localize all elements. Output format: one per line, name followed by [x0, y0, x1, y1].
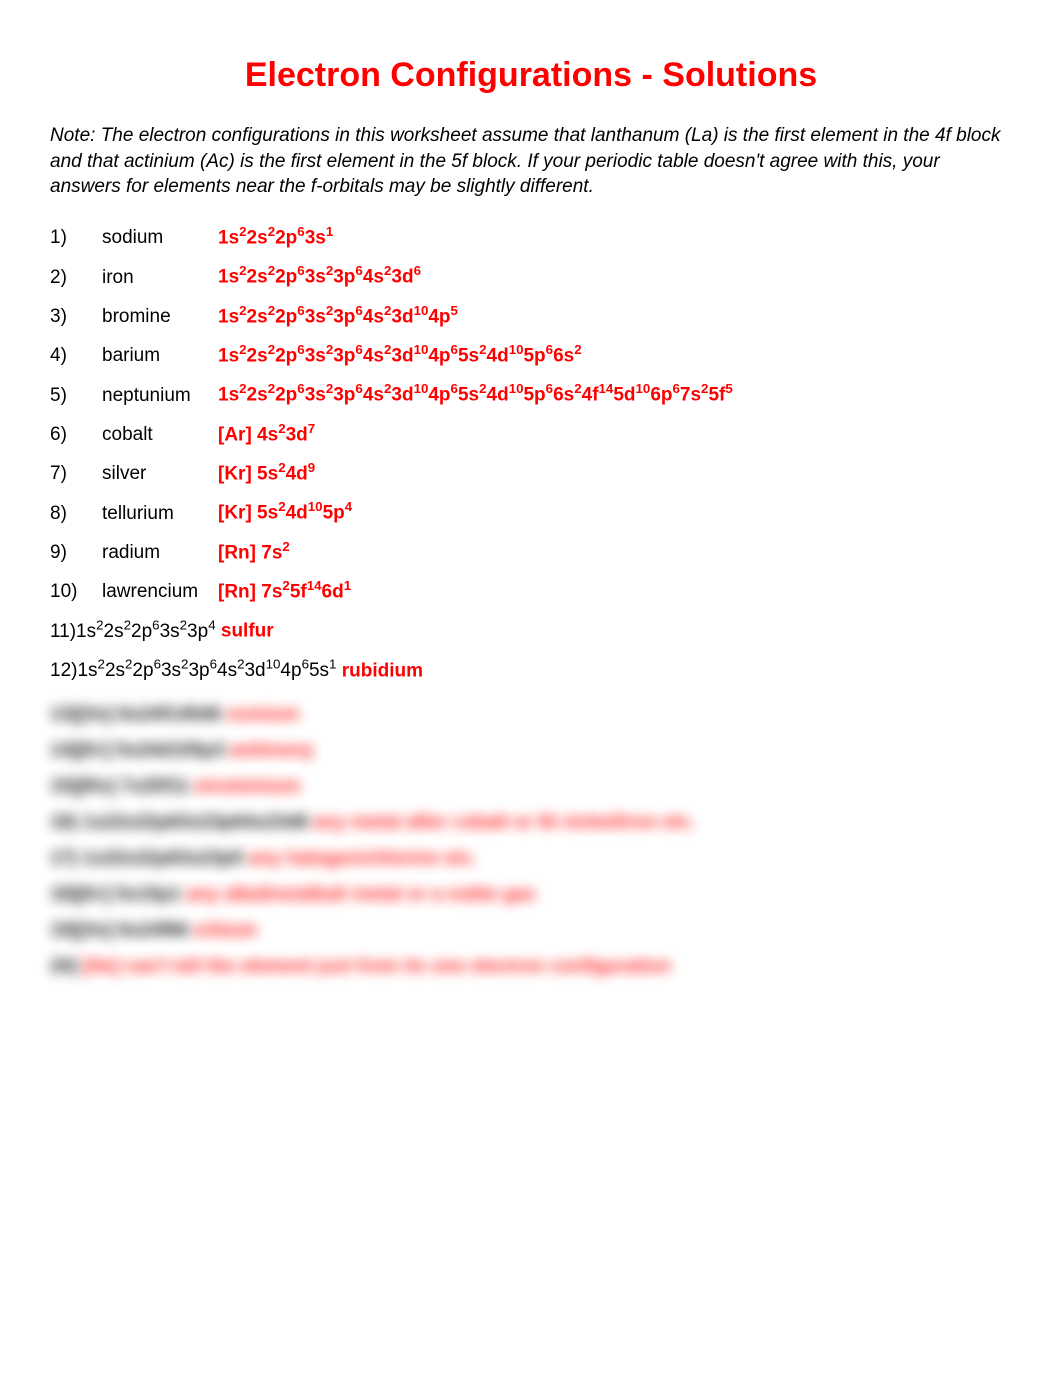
- item-row: 1)sodium1s22s22p63s1: [50, 224, 1012, 249]
- blurred-line: 19)[Xe] 6s24f66 erbium: [50, 920, 1012, 942]
- blurred-line: 17) 1s22s22p63s23p5 any halogen/chlorine…: [50, 848, 1012, 870]
- electron-config: 1s22s22p63s23p64s23d6: [218, 263, 421, 288]
- electron-config: [Kr] 5s24d105p4: [218, 499, 352, 524]
- item-row: 8)tellurium[Kr] 5s24d105p4: [50, 499, 1012, 524]
- page-title: Electron Configurations - Solutions: [50, 56, 1012, 95]
- electron-config: [Rn] 7s2: [218, 539, 290, 564]
- items-list: 1)sodium1s22s22p63s12)iron1s22s22p63s23p…: [50, 224, 1012, 603]
- electron-config: 1s22s22p63s23p64s23d104p65s24d105p66s24f…: [218, 381, 733, 406]
- item-number: 7): [50, 463, 102, 485]
- element-name: tellurium: [102, 503, 218, 525]
- reverse-answer: rubidium: [342, 660, 423, 681]
- item-number: 10): [50, 581, 102, 603]
- reverse-config: 12)1s22s22p63s23p64s23d104p65s1: [50, 660, 342, 681]
- item-row: 5)neptunium1s22s22p63s23p64s23d104p65s24…: [50, 381, 1012, 406]
- item-row: 6)cobalt[Ar] 4s23d7: [50, 421, 1012, 446]
- blurred-line: 15)[Rn] 7s25f11 einsteinium: [50, 776, 1012, 798]
- electron-config: 1s22s22p63s23p64s23d104p5: [218, 303, 458, 328]
- reverse-config: 11)1s22s22p63s23p4: [50, 621, 221, 642]
- element-name: cobalt: [102, 424, 218, 446]
- item-row: 4)barium1s22s22p63s23p64s23d104p65s24d10…: [50, 342, 1012, 367]
- blurred-line: 14)[Kr] 5s24d105p3 antimony: [50, 740, 1012, 762]
- item-row: 9)radium[Rn] 7s2: [50, 539, 1012, 564]
- element-name: barium: [102, 345, 218, 367]
- element-name: silver: [102, 463, 218, 485]
- element-name: iron: [102, 267, 218, 289]
- reverse-answer: sulfur: [221, 621, 274, 642]
- blurred-line: 18)[Kr] 5s15p1 any alkaline/alkali metal…: [50, 884, 1012, 906]
- reverse-item-row: 12)1s22s22p63s23p64s23d104p65s1 rubidium: [50, 657, 1012, 682]
- item-row: 7)silver[Kr] 5s24d9: [50, 460, 1012, 485]
- item-number: 1): [50, 227, 102, 249]
- item-number: 9): [50, 542, 102, 564]
- electron-config: 1s22s22p63s23p64s23d104p65s24d105p66s2: [218, 342, 582, 367]
- item-number: 8): [50, 503, 102, 525]
- item-number: 6): [50, 424, 102, 446]
- note-text: Note: The electron configurations in thi…: [50, 123, 1012, 200]
- item-row: 10)lawrencium[Rn] 7s25f146d1: [50, 578, 1012, 603]
- electron-config: [Rn] 7s25f146d1: [218, 578, 351, 603]
- item-number: 3): [50, 306, 102, 328]
- blurred-section: 13)[Xe] 6s24f145d6 osmium 14)[Kr] 5s24d10…: [50, 704, 1012, 978]
- item-row: 2)iron1s22s22p63s23p64s23d6: [50, 263, 1012, 288]
- electron-config: [Kr] 5s24d9: [218, 460, 315, 485]
- reverse-items-list: 11)1s22s22p63s23p4 sulfur 12)1s22s22p63s2…: [50, 617, 1012, 682]
- element-name: bromine: [102, 306, 218, 328]
- item-number: 5): [50, 385, 102, 407]
- element-name: radium: [102, 542, 218, 564]
- element-name: neptunium: [102, 385, 218, 407]
- element-name: lawrencium: [102, 581, 218, 603]
- element-name: sodium: [102, 227, 218, 249]
- blurred-line: 20) [He] can't tell the element just fro…: [50, 956, 1012, 978]
- item-number: 2): [50, 267, 102, 289]
- electron-config: [Ar] 4s23d7: [218, 421, 315, 446]
- item-row: 3)bromine1s22s22p63s23p64s23d104p5: [50, 303, 1012, 328]
- blurred-line: 16) 1s22s22p63s23p64s23d8 any metal afte…: [50, 812, 1012, 834]
- blurred-line: 13)[Xe] 6s24f145d6 osmium: [50, 704, 1012, 726]
- reverse-item-row: 11)1s22s22p63s23p4 sulfur: [50, 617, 1012, 642]
- electron-config: 1s22s22p63s1: [218, 224, 333, 249]
- item-number: 4): [50, 345, 102, 367]
